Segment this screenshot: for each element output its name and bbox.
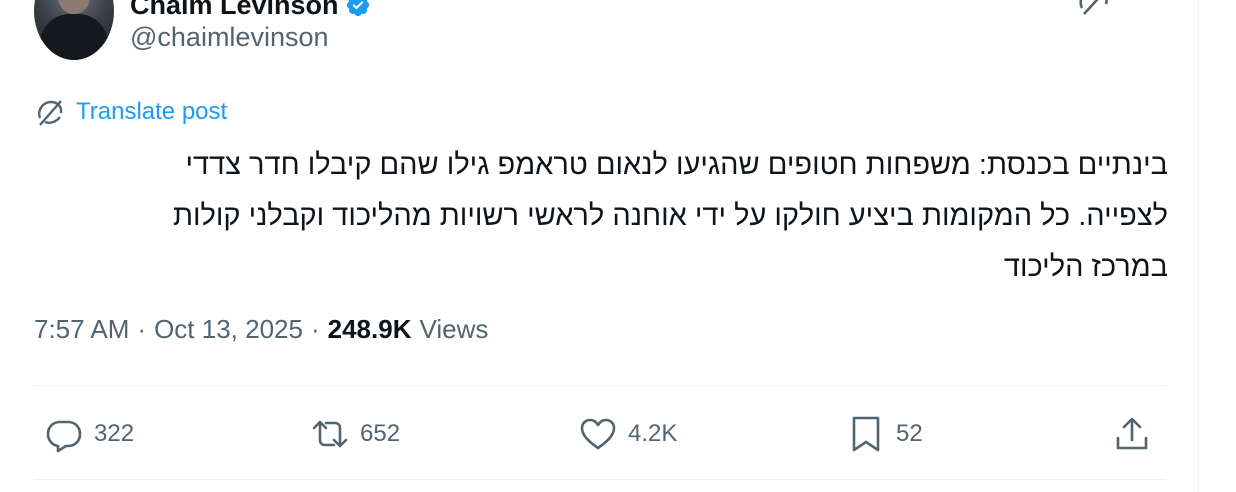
share-icon (1116, 417, 1148, 450)
grok-icon[interactable] (1076, 0, 1112, 16)
author-handle[interactable]: @chaimlevinson (130, 22, 329, 53)
like-icon (580, 418, 616, 450)
meta-separator: · (310, 314, 320, 344)
bookmark-icon (852, 416, 880, 452)
divider (34, 479, 1166, 480)
tweet-meta: 7:57 AM · Oct 13, 2025 · 248.9K Views (34, 314, 488, 345)
display-name[interactable]: Chaim Levinson (130, 0, 339, 21)
bookmark-count: 52 (896, 420, 923, 447)
bookmark-button[interactable]: 52 (846, 412, 923, 456)
translate-link[interactable]: Translate post (76, 98, 227, 126)
like-count: 4.2K (628, 420, 678, 447)
views-count: 248.9K (327, 314, 412, 344)
like-button[interactable]: 4.2K (578, 412, 677, 456)
column-divider (1198, 0, 1199, 492)
avatar[interactable] (34, 0, 114, 60)
tweet-text: בינתיים בכנסת: משפחות חטופים שהגיעו לנאו… (172, 149, 1168, 283)
divider (34, 385, 1166, 386)
repost-button[interactable]: 652 (310, 412, 400, 456)
translate-icon (38, 100, 63, 126)
share-button[interactable] (1112, 412, 1152, 456)
views-label: Views (419, 314, 489, 344)
verified-badge-icon (346, 0, 369, 17)
meta-separator: · (137, 314, 147, 344)
translate-post[interactable]: Translate post (34, 96, 227, 128)
tweet-time[interactable]: 7:57 AM (34, 314, 129, 345)
reply-icon (46, 420, 82, 453)
tweet-date[interactable]: Oct 13, 2025 (154, 314, 303, 345)
more-icon[interactable] (1128, 0, 1166, 6)
reply-button[interactable]: 322 (44, 412, 134, 456)
avatar-face (58, 0, 90, 14)
reply-count: 322 (94, 420, 135, 447)
repost-icon (312, 420, 348, 448)
repost-count: 652 (360, 420, 401, 447)
avatar-body (40, 14, 108, 60)
author-name-row: Chaim Levinson (130, 0, 371, 20)
